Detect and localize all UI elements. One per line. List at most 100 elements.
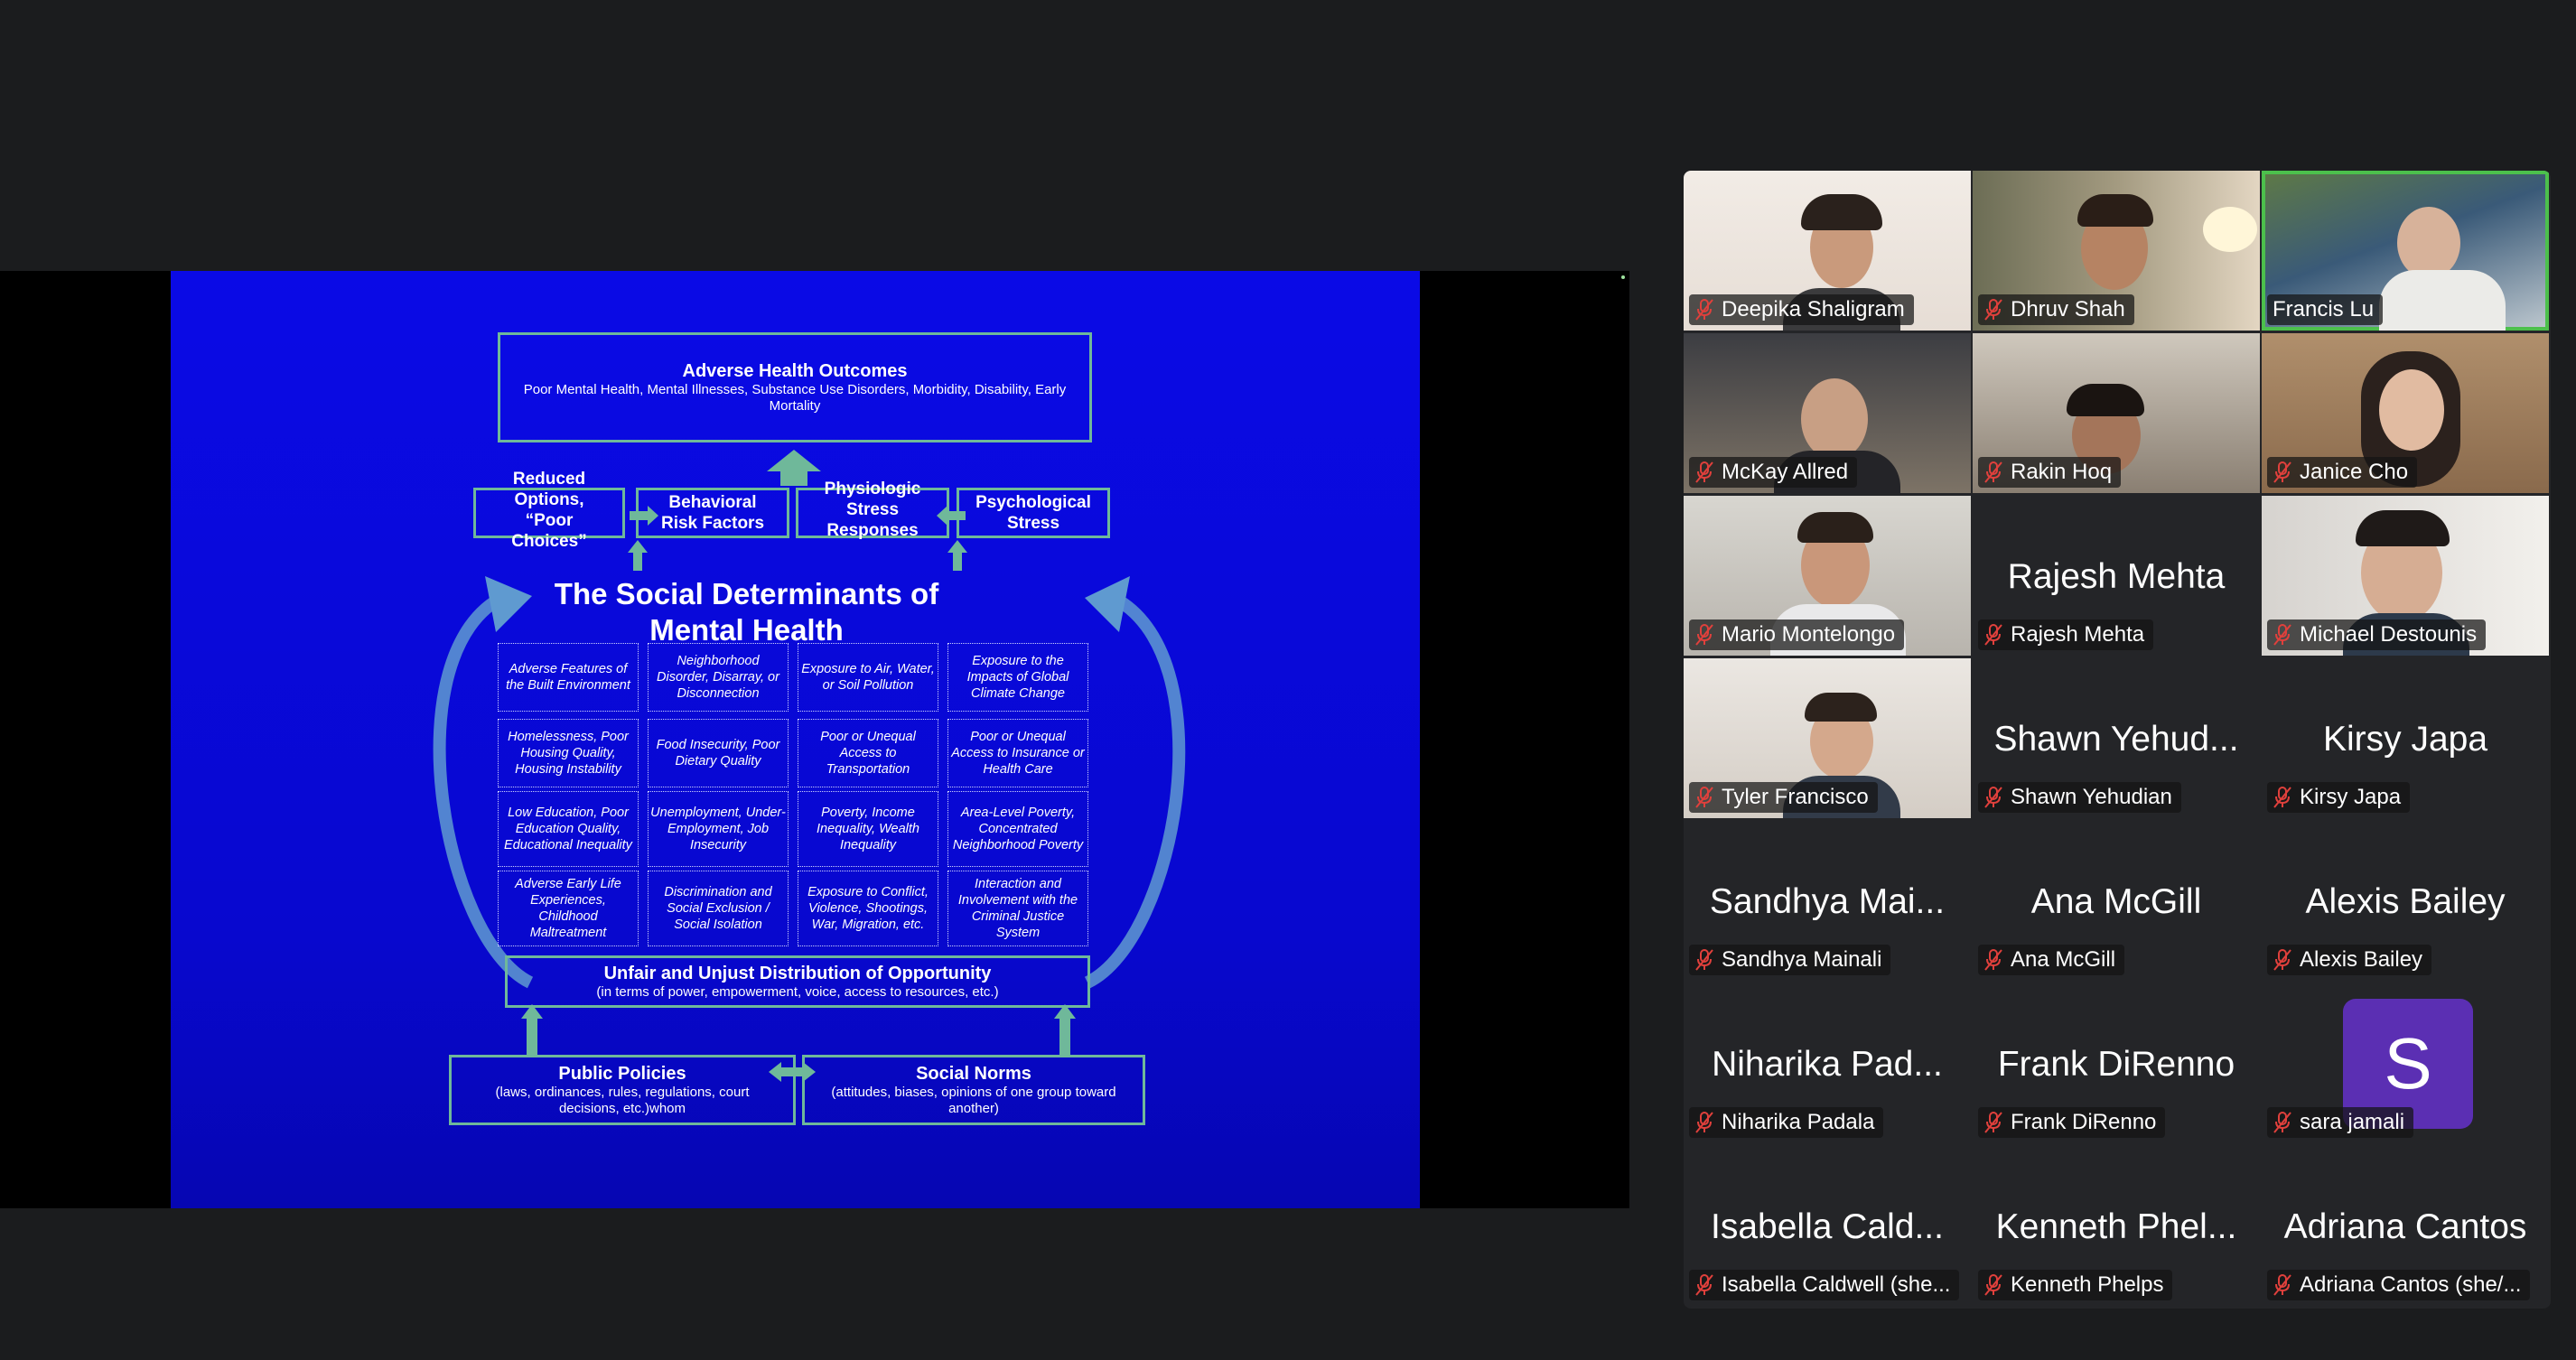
outcomes-box: Adverse Health Outcomes Poor Mental Heal… xyxy=(498,332,1092,442)
microphone-muted-icon xyxy=(1695,299,1713,321)
outcomes-subtitle: Poor Mental Health, Mental Illnesses, Su… xyxy=(523,382,1067,414)
participant-name: sara jamali xyxy=(2300,1110,2405,1134)
participant-name-label: Rakin Hoq xyxy=(1978,457,2122,488)
microphone-muted-icon xyxy=(2273,949,2291,971)
participant-display-name: Kenneth Phel... xyxy=(1995,1207,2237,1246)
participant-tile[interactable]: Alexis Bailey Alexis Bailey xyxy=(2262,821,2549,981)
participant-tile[interactable]: Janice Cho xyxy=(2262,333,2549,493)
participant-display-name: Ana McGill xyxy=(2030,882,2202,921)
pathway-psychological: Psychological Stress xyxy=(957,488,1110,538)
participant-name-label: Alexis Bailey xyxy=(2267,945,2432,975)
participant-tile[interactable]: Sandhya Mai... Sandhya Mainali xyxy=(1684,821,1971,981)
determinant-cell: Exposure to Conflict, Violence, Shooting… xyxy=(798,871,938,946)
public-policies-subtitle: (laws, ordinances, rules, regulations, c… xyxy=(495,1085,750,1116)
participant-name: Mario Montelongo xyxy=(1722,622,1896,647)
participant-name: Frank DiRenno xyxy=(2011,1110,2157,1134)
slide-title: The Social Determinants of Mental Health xyxy=(554,577,939,647)
participant-tile[interactable]: Shawn Yehud... Shawn Yehudian xyxy=(1973,658,2260,818)
determinant-cell: Exposure to Air, Water, or Soil Pollutio… xyxy=(798,643,938,712)
participant-name-label: Kenneth Phelps xyxy=(1978,1270,2173,1300)
participant-name-label: sara jamali xyxy=(2267,1107,2414,1138)
participant-name-label: Dhruv Shah xyxy=(1978,294,2134,325)
participant-tile[interactable]: Kirsy Japa Kirsy Japa xyxy=(2262,658,2549,818)
participant-display-name: Alexis Bailey xyxy=(2305,882,2506,921)
participant-tile[interactable]: Niharika Pad... Niharika Padala xyxy=(1684,983,1971,1143)
participant-display-name: Kirsy Japa xyxy=(2322,720,2488,759)
participant-name-label: Michael Destounis xyxy=(2267,619,2487,650)
microphone-muted-icon xyxy=(1695,624,1713,646)
participant-display-name: Rajesh Mehta xyxy=(2007,557,2226,596)
participant-name: Tyler Francisco xyxy=(1722,785,1869,809)
participant-name-label: McKay Allred xyxy=(1689,457,1858,488)
participant-display-name: Sandhya Mai... xyxy=(1709,882,1946,921)
opportunity-box: Unfair and Unjust Distribution of Opport… xyxy=(505,955,1090,1008)
determinant-cell: Low Education, Poor Education Quality, E… xyxy=(498,791,639,867)
pathway-label: Physiologic Stress Responses xyxy=(824,479,921,540)
determinant-cell: Poverty, Income Inequality, Wealth Inequ… xyxy=(798,791,938,867)
participant-tile[interactable]: Kenneth Phel... Kenneth Phelps xyxy=(1973,1146,2260,1306)
microphone-muted-icon xyxy=(2273,624,2291,646)
participant-tile[interactable]: Adriana Cantos Adriana Cantos (she/... xyxy=(2262,1146,2549,1306)
participant-tile[interactable]: Dhruv Shah xyxy=(1973,171,2260,331)
pathway-label: Reduced Options, “Poor Choices” xyxy=(511,470,587,551)
participant-display-name: Shawn Yehud... xyxy=(1993,720,2239,759)
public-policies-box: Public Policies (laws, ordinances, rules… xyxy=(449,1055,796,1125)
participant-tile[interactable]: McKay Allred xyxy=(1684,333,1971,493)
microphone-muted-icon xyxy=(1695,461,1713,483)
participant-tile[interactable]: Michael Destounis xyxy=(2262,496,2549,656)
participant-name-label: Mario Montelongo xyxy=(1689,619,1905,650)
participant-name-label: Janice Cho xyxy=(2267,457,2418,488)
determinant-cell: Interaction and Involvement with the Cri… xyxy=(947,871,1088,946)
participant-gallery: Deepika Shaligram Dhruv Shah Francis Lu … xyxy=(1684,171,2551,1309)
participant-tile[interactable]: Tyler Francisco xyxy=(1684,658,1971,818)
participant-tile[interactable]: Deepika Shaligram xyxy=(1684,171,1971,331)
presentation-slide: Adverse Health Outcomes Poor Mental Heal… xyxy=(171,271,1420,1208)
participant-tile[interactable]: S sara jamali xyxy=(2262,983,2549,1143)
pathway-behavioral: Behavioral Risk Factors xyxy=(636,488,789,538)
participant-name: Michael Destounis xyxy=(2300,622,2478,647)
determinant-cell: Adverse Features of the Built Environmen… xyxy=(498,643,639,712)
determinant-cell: Poor or Unequal Access to Transportation xyxy=(798,719,938,787)
determinant-cell: Homelessness, Poor Housing Quality, Hous… xyxy=(498,719,639,787)
participant-tile-active-speaker[interactable]: Francis Lu xyxy=(2262,171,2549,331)
participant-name-label: Isabella Caldwell (she... xyxy=(1689,1270,1960,1300)
participant-name-label: Tyler Francisco xyxy=(1689,782,1878,813)
pathway-physiologic: Physiologic Stress Responses xyxy=(796,480,949,540)
outcomes-title: Adverse Health Outcomes xyxy=(682,361,908,381)
microphone-muted-icon xyxy=(1984,1112,2002,1133)
social-norms-title: Social Norms xyxy=(916,1064,1031,1084)
microphone-muted-icon xyxy=(2273,1112,2291,1133)
participant-tile[interactable]: Rakin Hoq xyxy=(1973,333,2260,493)
participant-tile[interactable]: Rajesh Mehta Rajesh Mehta xyxy=(1973,496,2260,656)
determinant-cell: Unemployment, Under-Employment, Job Inse… xyxy=(648,791,789,867)
participant-name-label: Ana McGill xyxy=(1978,945,2125,975)
participant-name: Rakin Hoq xyxy=(2011,460,2113,484)
participant-name: Dhruv Shah xyxy=(2011,297,2125,321)
participant-name: Niharika Padala xyxy=(1722,1110,1875,1134)
participant-display-name: Adriana Cantos xyxy=(2283,1207,2527,1246)
participant-tile[interactable]: Mario Montelongo xyxy=(1684,496,1971,656)
participant-name: Sandhya Mainali xyxy=(1722,947,1882,972)
microphone-muted-icon xyxy=(2273,461,2291,483)
participant-name: Ana McGill xyxy=(2011,947,2116,972)
participant-tile[interactable]: Isabella Cald... Isabella Caldwell (she.… xyxy=(1684,1146,1971,1306)
pathway-label: Behavioral Risk Factors xyxy=(660,493,765,533)
participant-name-label: Adriana Cantos (she/... xyxy=(2267,1270,2531,1300)
participant-name-label: Rajesh Mehta xyxy=(1978,619,2154,650)
microphone-muted-icon xyxy=(1695,949,1713,971)
microphone-muted-icon xyxy=(1984,787,2002,808)
participant-name: Kirsy Japa xyxy=(2300,785,2402,809)
public-policies-title: Public Policies xyxy=(558,1064,686,1084)
shared-screen: Adverse Health Outcomes Poor Mental Heal… xyxy=(0,271,1629,1208)
participant-tile[interactable]: Frank DiRenno Frank DiRenno xyxy=(1973,983,2260,1143)
participant-tile[interactable]: Ana McGill Ana McGill xyxy=(1973,821,2260,981)
participant-name: Janice Cho xyxy=(2300,460,2409,484)
opportunity-subtitle: (in terms of power, empowerment, voice, … xyxy=(596,984,999,1000)
participant-name: Deepika Shaligram xyxy=(1722,297,1905,321)
microphone-muted-icon xyxy=(1695,1274,1713,1296)
participant-display-name: Isabella Cald... xyxy=(1711,1207,1944,1246)
participant-name: Rajesh Mehta xyxy=(2011,622,2145,647)
microphone-muted-icon xyxy=(1984,949,2002,971)
determinant-cell: Food Insecurity, Poor Dietary Quality xyxy=(648,719,789,787)
participant-name-label: Niharika Padala xyxy=(1689,1107,1884,1138)
